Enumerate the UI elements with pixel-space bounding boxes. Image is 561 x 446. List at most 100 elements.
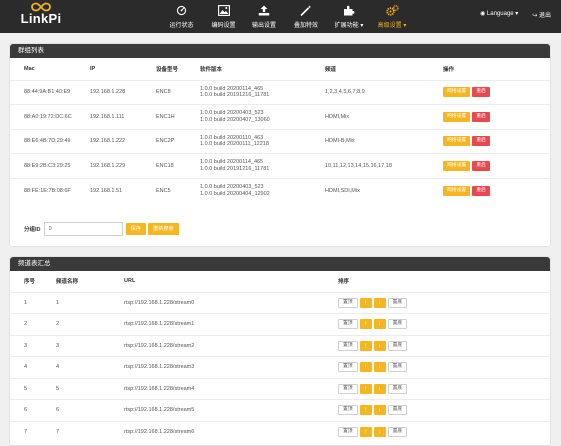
cell-ip: 192.168.1.222: [90, 138, 126, 145]
nav-advanced-settings[interactable]: 高级设置 ▾: [370, 0, 414, 33]
software-version-2: 1.0.0 build 20200404_12902: [200, 190, 270, 197]
group-id-input[interactable]: [43, 222, 123, 236]
col-actions: 操作: [443, 66, 455, 73]
move-down-button[interactable]: ↓: [373, 319, 386, 330]
move-up-button[interactable]: ↑: [359, 297, 372, 308]
table-header-row: 序号 频道名称 URL 排序: [10, 271, 550, 292]
group-list-panel: 群组列表 Mac IP 设备型号 软件版本 频道 操作 88:44:9A:B1:…: [9, 43, 551, 247]
move-bottom-button[interactable]: 置底: [387, 383, 408, 394]
move-top-button[interactable]: 置顶: [338, 383, 358, 394]
cell-index: 1: [24, 299, 28, 306]
cell-channel-name: 6: [56, 407, 60, 414]
col-index: 序号: [24, 279, 36, 286]
network-settings-button[interactable]: 网络设置: [443, 111, 471, 122]
nav-extensions[interactable]: 扩展功能 ▾: [328, 0, 370, 33]
reboot-button[interactable]: 重启: [472, 111, 490, 122]
move-top-button[interactable]: 置顶: [338, 297, 358, 308]
move-down-button[interactable]: ↓: [373, 297, 386, 308]
col-ip: IP: [90, 65, 96, 72]
rescan-button[interactable]: 重新搜索: [147, 223, 179, 235]
move-up-button[interactable]: ↑: [359, 405, 372, 416]
network-settings-button[interactable]: 网络设置: [443, 87, 471, 98]
table-row: 2 2 rtsp://192.168.1.228/stream1 置顶 ↑ ↓ 置底: [10, 313, 550, 336]
table-row: 3 3 rtsp://192.168.1.228/stream2 置顶 ↑ ↓ 置底: [10, 335, 550, 357]
software-version-2: 1.0.0 build 20191216_11781: [200, 92, 270, 99]
move-up-button[interactable]: ↑: [359, 383, 372, 394]
table-row: 88:E9:2B:C3:29:25 192.168.1.229 ENC18 1.…: [10, 153, 550, 179]
channel-summary-title: 频道表汇总: [10, 257, 550, 271]
move-up-button[interactable]: ↑: [359, 319, 372, 330]
nav-overlay-effects[interactable]: 叠加特效: [284, 0, 328, 33]
cell-model: ENC1H: [156, 113, 175, 120]
cell-channel-name: 4: [56, 364, 60, 371]
table-row: 6 6 rtsp://192.168.1.228/stream5 置顶 ↑ ↓ 置底: [10, 399, 550, 422]
move-up-button[interactable]: ↑: [359, 362, 372, 373]
move-top-button[interactable]: 置顶: [338, 362, 358, 373]
cell-ip: 192.168.1.228: [90, 89, 126, 96]
move-up-button[interactable]: ↑: [359, 427, 372, 437]
group-list-table: Mac IP 设备型号 软件版本 频道 操作 88:44:9A:B1:40:E9…: [10, 58, 550, 203]
move-down-button[interactable]: ↓: [373, 362, 386, 373]
cell-actions: 网络设置 重启: [443, 154, 550, 179]
cell-mac: 88:E9:2B:C3:29:25: [24, 162, 71, 169]
cell-channel-name: 2: [56, 321, 60, 328]
move-bottom-button[interactable]: 置底: [387, 297, 408, 308]
reboot-button[interactable]: 重启: [472, 160, 490, 171]
move-down-button[interactable]: ↓: [373, 427, 386, 437]
cell-channel-name: 7: [56, 429, 60, 435]
move-top-button[interactable]: 置顶: [338, 319, 358, 330]
move-bottom-button[interactable]: 置底: [387, 319, 408, 330]
table-row: 4 4 rtsp://192.168.1.228/stream3 置顶 ↑ ↓ 置底: [10, 356, 550, 379]
move-down-button[interactable]: ↓: [373, 383, 386, 394]
col-software: 软件版本: [200, 66, 223, 73]
nav-encode-settings[interactable]: 编码设置: [203, 0, 244, 33]
nav-output-settings[interactable]: 输出设置: [244, 0, 284, 33]
cell-model: ENC5: [156, 187, 171, 194]
cell-channels: 1,2,3,4,5,6,7,8,9: [325, 89, 365, 96]
reboot-button[interactable]: 重启: [472, 185, 490, 196]
magic-wand-icon: [300, 5, 312, 16]
cell-index: 3: [24, 342, 28, 349]
logout-link[interactable]: ↪ 退出: [532, 10, 551, 19]
table-header-row: Mac IP 设备型号 软件版本 频道 操作: [10, 58, 550, 80]
move-top-button[interactable]: 置顶: [338, 340, 358, 351]
cell-index: 2: [24, 321, 28, 328]
network-settings-button[interactable]: 网络设置: [443, 136, 471, 147]
col-channel-name: 频道名称: [56, 279, 79, 286]
col-url: URL: [124, 278, 136, 285]
table-row: 88:FE:1E:7B:08:6F 192.168.1.51 ENC5 1.0.…: [10, 178, 550, 203]
cell-software: 1.0.0 build 20200403_523 1.0.0 build 2020…: [200, 178, 325, 203]
language-dropdown[interactable]: ◉ Language ▾: [480, 10, 518, 19]
brand-logo[interactable]: LinkPi: [19, 2, 63, 26]
move-bottom-button[interactable]: 置底: [387, 362, 408, 373]
move-down-button[interactable]: ↓: [373, 405, 386, 416]
group-list-title: 群组列表: [10, 44, 550, 58]
cell-mac: 88:FE:1E:7B:08:6F: [24, 187, 71, 194]
move-top-button[interactable]: 置顶: [338, 427, 358, 437]
save-button[interactable]: 保存: [125, 223, 146, 235]
cell-url: rtsp://192.168.1.228/stream6: [124, 429, 195, 435]
move-top-button[interactable]: 置顶: [338, 405, 358, 416]
reboot-button[interactable]: 重启: [472, 136, 490, 147]
cell-sort-actions: 置顶 ↑ ↓ 置底: [338, 314, 550, 336]
cell-sort-actions: 置顶 ↑ ↓ 置底: [338, 421, 550, 443]
cell-software: 1.0.0 build 20200114_465 1.0.0 build 2019…: [200, 80, 325, 105]
nav-label-run-status: 运行状态: [169, 23, 194, 29]
move-bottom-button[interactable]: 置底: [387, 427, 408, 437]
network-settings-button[interactable]: 网络设置: [443, 160, 471, 171]
move-down-button[interactable]: ↓: [373, 340, 386, 351]
cell-actions: 网络设置 重启: [443, 129, 550, 154]
move-up-button[interactable]: ↑: [359, 340, 372, 351]
cell-ip: 192.168.1.111: [90, 113, 125, 120]
cell-sort-actions: 置顶 ↑ ↓ 置底: [338, 357, 550, 379]
right-nav: ◉ Language ▾ ↪ 退出: [480, 10, 551, 19]
main-nav: 运行状态 编码设置 输出设置 叠加特效 扩展功能 ▾ 高级设置 ▾: [160, 0, 414, 33]
move-bottom-button[interactable]: 置底: [387, 340, 408, 351]
nav-run-status[interactable]: 运行状态: [160, 0, 203, 33]
network-settings-button[interactable]: 网络设置: [443, 185, 471, 196]
brand-name: LinkPi: [20, 11, 62, 26]
table-row: 88:44:9A:B1:40:E9 192.168.1.228 ENC8 1.0…: [10, 80, 550, 105]
reboot-button[interactable]: 重启: [472, 87, 490, 98]
cell-url: rtsp://192.168.1.228/stream1: [124, 321, 195, 328]
move-bottom-button[interactable]: 置底: [387, 405, 408, 416]
